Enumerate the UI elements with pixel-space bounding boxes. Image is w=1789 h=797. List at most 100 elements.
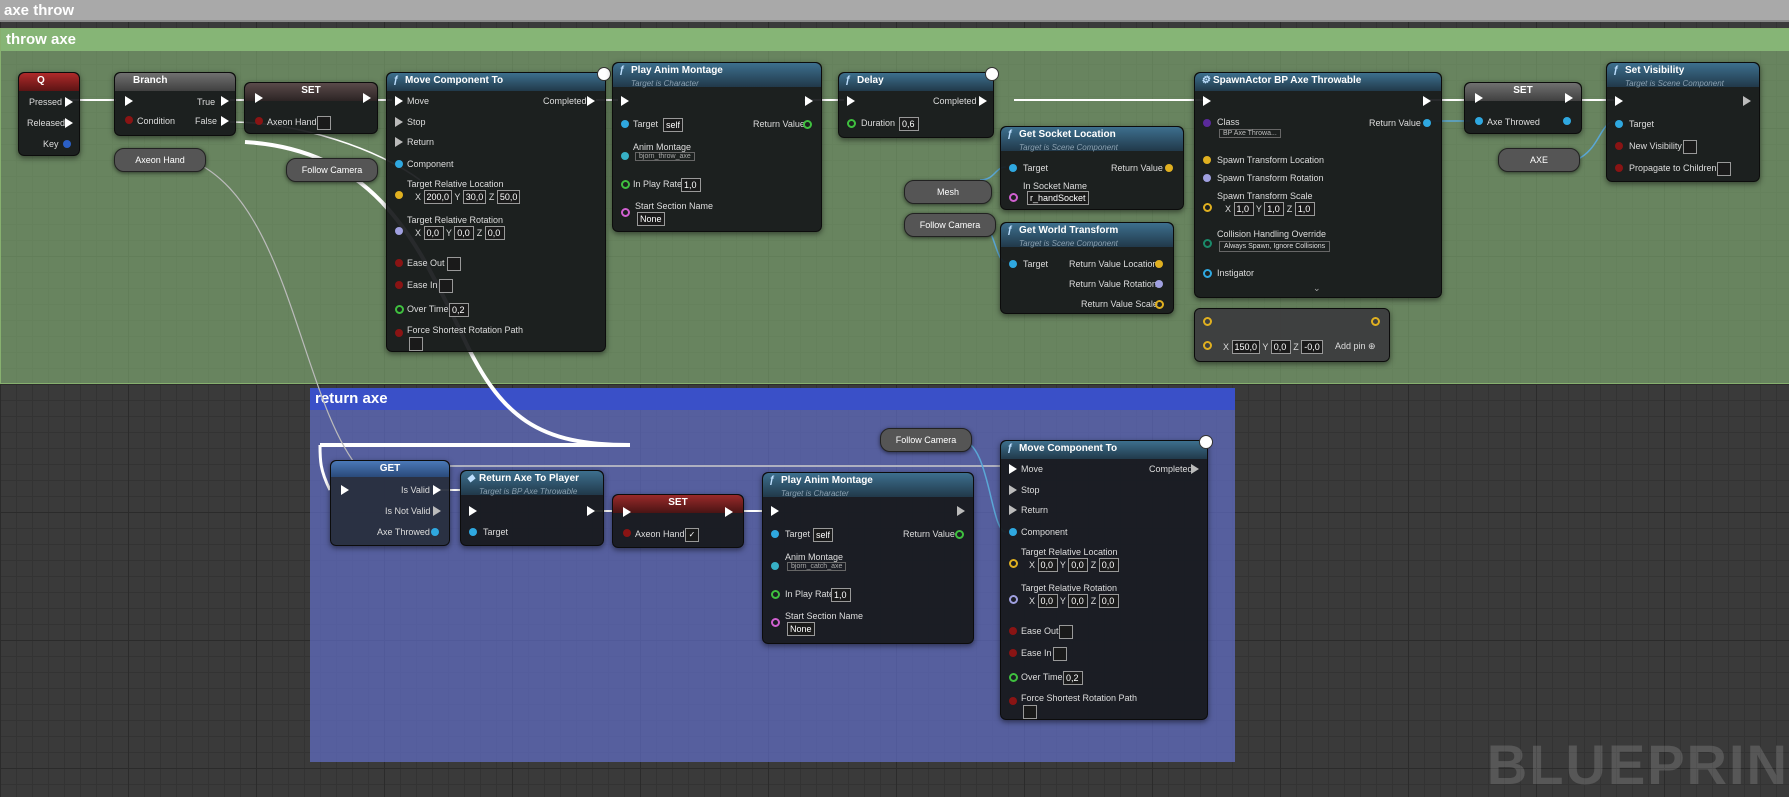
checkbox-force[interactable] <box>409 337 423 351</box>
exec-pin-in[interactable] <box>621 96 629 106</box>
pin-return-value[interactable] <box>1423 119 1431 127</box>
pin-component[interactable] <box>395 160 403 168</box>
vector-field[interactable]: X 0,0 Y 0,0 Z 0,0 <box>1029 558 1119 572</box>
input-z[interactable]: 50,0 <box>496 190 521 204</box>
pin-condition[interactable] <box>125 116 133 124</box>
exec-pin-is-not-valid[interactable] <box>433 506 441 516</box>
follow-camera-getter[interactable]: Follow Camera <box>904 213 996 237</box>
exec-pin-out[interactable] <box>587 506 595 516</box>
pin-axeon-hand[interactable] <box>255 117 263 125</box>
pin-rotation[interactable] <box>395 227 403 235</box>
pin-play-rate[interactable] <box>771 590 780 599</box>
pin-force[interactable] <box>1009 697 1017 705</box>
pin-a[interactable] <box>1203 317 1212 326</box>
chevron-down-icon[interactable]: ⌄ <box>1313 283 1321 294</box>
input-over-time[interactable]: 0,2 <box>1063 671 1083 685</box>
exec-pin-in[interactable] <box>1475 93 1483 103</box>
exec-pin-in[interactable] <box>623 507 631 517</box>
input-x[interactable]: 0,0 <box>1037 594 1058 608</box>
pin-ease-out[interactable] <box>395 259 403 267</box>
target-self-field[interactable]: self <box>663 118 684 132</box>
get-socket-location-node[interactable]: ƒ Get Socket Location Target is Scene Comp… <box>1000 126 1184 210</box>
exec-pin-in[interactable] <box>1615 96 1623 106</box>
exec-pin-true[interactable] <box>221 96 229 106</box>
return-axe-to-player-node[interactable]: ◆ Return Axe To Player Target is BP Axe Th… <box>460 470 604 546</box>
delay-node[interactable]: ƒ Delay Completed Duration 0,6 <box>838 67 999 138</box>
input-x[interactable]: 0,0 <box>423 226 444 240</box>
pin-key[interactable] <box>63 140 71 148</box>
input-z[interactable]: 0,0 <box>484 226 505 240</box>
add-vector-node[interactable]: X 150,0 Y 0,0 Z -0,0 Add pin ⊕ <box>1194 308 1390 362</box>
pin-out-value[interactable] <box>1563 117 1571 125</box>
input-socket-name[interactable]: r_handSocket <box>1027 191 1089 205</box>
spawn-actor-node[interactable]: ⚙ SpawnActor BP Axe Throwable Class BP Ax… <box>1194 72 1442 298</box>
exec-pin-completed[interactable] <box>587 96 595 106</box>
pin-collision[interactable] <box>1203 239 1212 248</box>
exec-pin-return[interactable] <box>395 137 403 147</box>
input-section-name[interactable]: None <box>637 212 665 226</box>
exec-pin-in[interactable] <box>1203 96 1211 106</box>
input-play-rate[interactable]: 1,0 <box>681 178 701 192</box>
target-self-field[interactable]: self <box>813 528 834 542</box>
pin-location[interactable] <box>395 191 403 199</box>
pin-ease-out[interactable] <box>1009 627 1017 635</box>
pin-target[interactable] <box>1615 120 1623 128</box>
input-z[interactable]: 0,0 <box>1098 594 1119 608</box>
pin-spawn-scale[interactable] <box>1203 203 1212 212</box>
input-x[interactable]: 150,0 <box>1231 340 1261 354</box>
checkbox-axeon-hand-checked[interactable]: ✓ <box>685 528 699 542</box>
vector-field[interactable]: X 0,0 Y 0,0 Z 0,0 <box>1029 594 1119 608</box>
axe-getter[interactable]: AXE <box>1498 148 1580 172</box>
input-key-q-node[interactable]: Q Pressed Released Key <box>18 72 80 156</box>
pin-ease-in[interactable] <box>1009 649 1017 657</box>
pin-socket-name[interactable] <box>1009 193 1018 202</box>
pin-target[interactable] <box>621 120 629 128</box>
set-visibility-node[interactable]: ƒ Set Visibility Target is Scene Component… <box>1606 62 1760 182</box>
pin-rotation[interactable] <box>1009 595 1018 604</box>
set-axe-throwed-node[interactable]: SET Axe Throwed <box>1464 82 1582 134</box>
exec-pin-false[interactable] <box>221 116 229 126</box>
exec-pin-return[interactable] <box>1009 505 1017 515</box>
checkbox-ease-in[interactable] <box>439 279 453 293</box>
checkbox-force[interactable] <box>1023 705 1037 719</box>
mesh-getter[interactable]: Mesh <box>904 180 992 204</box>
pin-return-scale[interactable] <box>1155 300 1164 309</box>
exec-pin-completed[interactable] <box>979 96 987 106</box>
input-y[interactable]: 0,0 <box>1068 594 1089 608</box>
vector-field[interactable]: X 1,0 Y 1,0 Z 1,0 <box>1225 202 1315 216</box>
input-y[interactable]: 0,0 <box>1068 558 1089 572</box>
class-dropdown[interactable]: BP Axe Throwa... <box>1219 129 1281 138</box>
checkbox-ease-out[interactable] <box>447 257 461 271</box>
exec-pin-in[interactable] <box>847 96 855 106</box>
vector-field[interactable]: X 200,0 Y 30,0 Z 50,0 <box>415 190 521 204</box>
exec-pin-in[interactable] <box>341 485 349 495</box>
input-x[interactable]: 200,0 <box>423 190 453 204</box>
pin-over-time[interactable] <box>1009 673 1018 682</box>
pin-return-value[interactable] <box>1165 164 1173 172</box>
input-x[interactable]: 1,0 <box>1233 202 1254 216</box>
pin-return-value[interactable] <box>803 120 812 129</box>
checkbox-new-visibility[interactable] <box>1683 140 1697 154</box>
exec-pin-in[interactable] <box>771 506 779 516</box>
exec-pin-move[interactable] <box>1009 464 1017 474</box>
get-axe-throwed-node[interactable]: GET Is Valid Is Not Valid Axe Throwed <box>330 460 450 546</box>
exec-pin-released[interactable] <box>65 118 73 128</box>
checkbox-ease-in[interactable] <box>1053 647 1067 661</box>
exec-pin-out[interactable] <box>957 506 965 516</box>
follow-camera-getter[interactable]: Follow Camera <box>880 428 972 452</box>
input-over-time[interactable]: 0,2 <box>449 303 469 317</box>
exec-pin-move[interactable] <box>395 96 403 106</box>
pin-over-time[interactable] <box>395 305 404 314</box>
exec-pin-out[interactable] <box>1423 96 1431 106</box>
pin-target[interactable] <box>469 528 477 536</box>
exec-pin-out[interactable] <box>1743 96 1751 106</box>
input-play-rate[interactable]: 1,0 <box>831 588 851 602</box>
input-y[interactable]: 0,0 <box>454 226 475 240</box>
pin-play-rate[interactable] <box>621 180 630 189</box>
pin-location[interactable] <box>1009 559 1018 568</box>
pin-new-visibility[interactable] <box>1615 142 1623 150</box>
input-y[interactable]: 0,0 <box>1270 340 1291 354</box>
move-component-to-node[interactable]: ƒ Move Component To Move Completed Stop R… <box>1000 435 1213 720</box>
collision-dropdown[interactable]: Always Spawn, Ignore Collisions <box>1219 241 1331 252</box>
exec-pin-completed[interactable] <box>1191 464 1199 474</box>
